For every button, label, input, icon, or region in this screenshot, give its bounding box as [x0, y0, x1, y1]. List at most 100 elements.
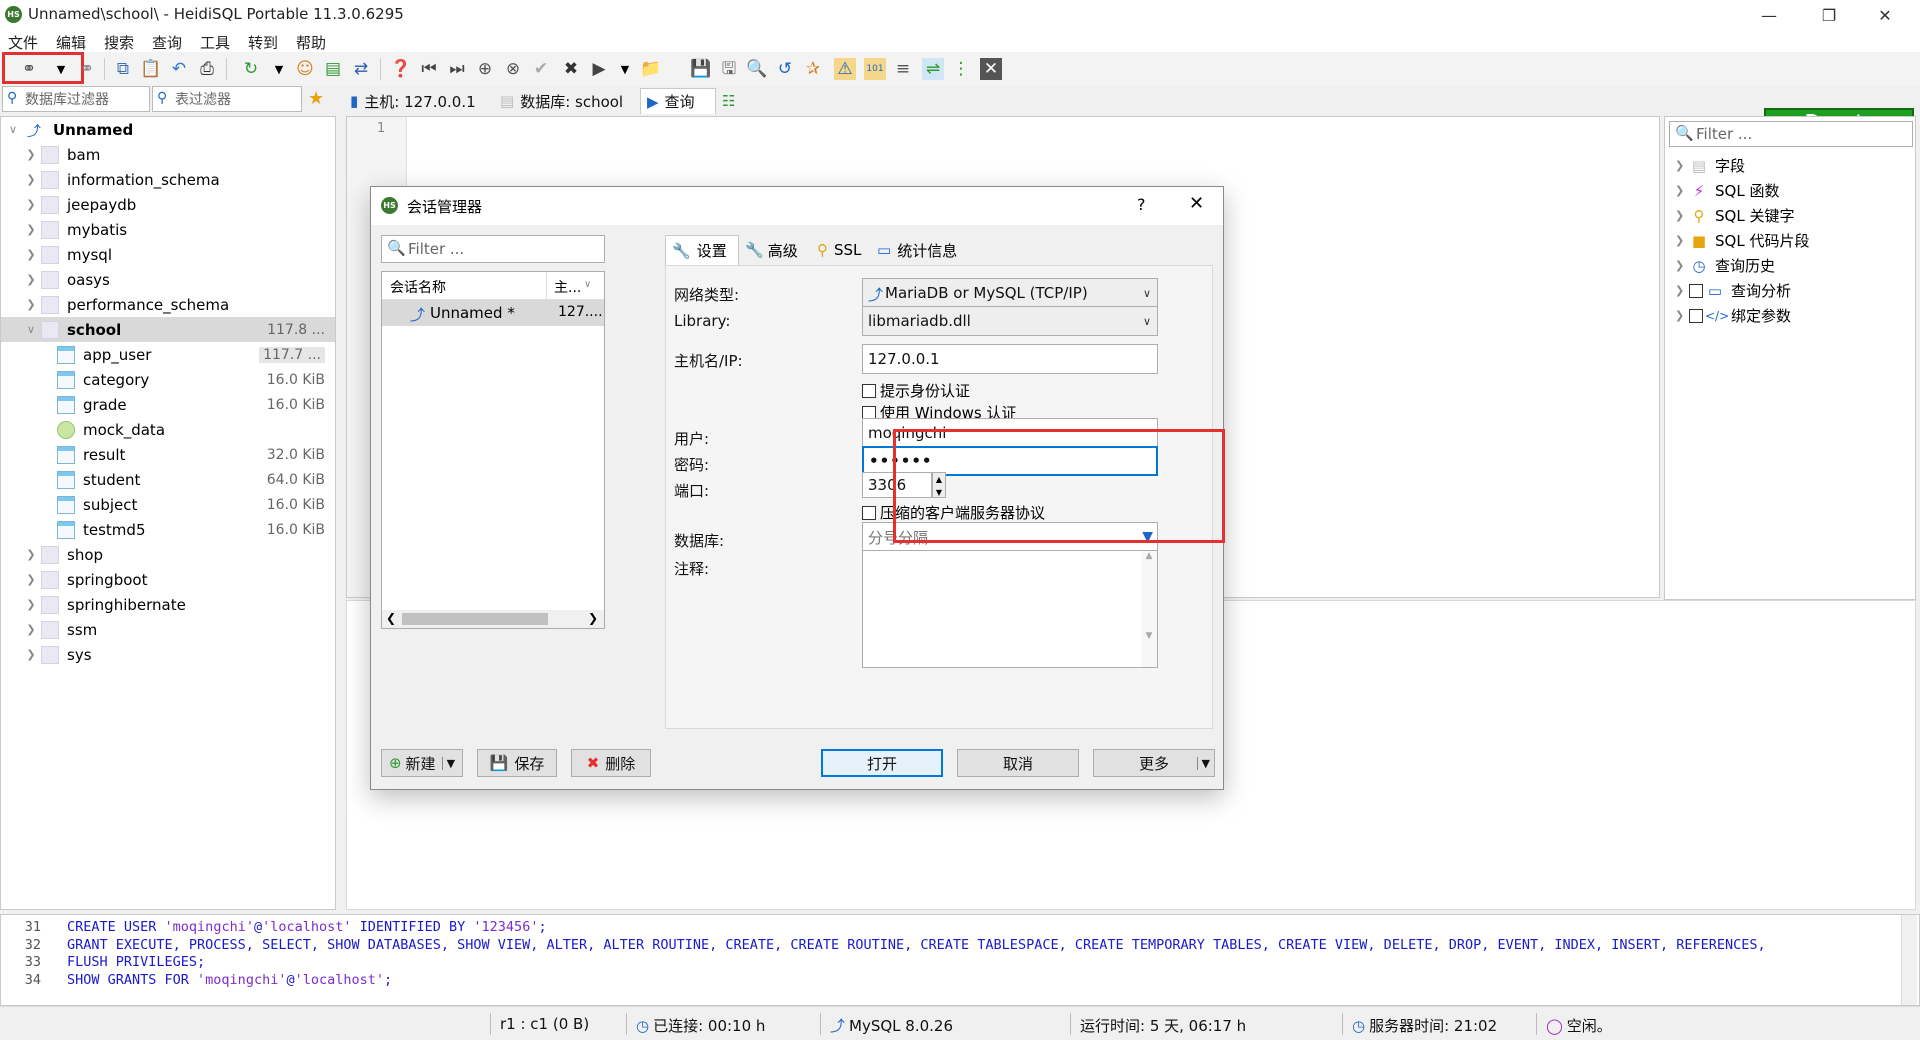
copy-icon[interactable]: ⧉ [112, 58, 134, 80]
tree-item-database[interactable]: ❯ jeepaydb [1, 192, 335, 217]
compare-icon[interactable]: ⇌ [922, 58, 944, 80]
chevron-right-icon[interactable]: ❯ [25, 198, 37, 211]
disconnect-icon[interactable]: ⚭ [76, 58, 98, 80]
tree-item-table[interactable]: app_user 117.7 ... [1, 342, 335, 367]
database-filter-input[interactable]: ⚲ 数据库过滤器 [2, 86, 150, 112]
tree-item-table[interactable]: result 32.0 KiB [1, 442, 335, 467]
close-icon[interactable]: ✕ [1189, 193, 1204, 214]
comment-scrollbar[interactable]: ▲ ▼ [1141, 551, 1157, 667]
column-host[interactable]: 主... [554, 277, 581, 297]
save-session-button[interactable]: 💾 保存 [477, 749, 557, 777]
dropdown-arrow-icon[interactable]: ▼ [50, 58, 72, 80]
chevron-right-icon[interactable]: ❯ [25, 548, 37, 561]
chevron-left-icon[interactable]: ❮ [386, 611, 396, 625]
menu-query[interactable]: 查询 [152, 32, 182, 53]
tree-item-table[interactable]: category 16.0 KiB [1, 367, 335, 392]
first-icon[interactable]: ⏮ [418, 58, 440, 80]
close-tab-icon[interactable]: ✕ [980, 58, 1002, 80]
menu-file[interactable]: 文件 [8, 32, 38, 53]
menu-tools[interactable]: 工具 [200, 32, 230, 53]
host-input[interactable]: 127.0.0.1 [862, 344, 1158, 374]
tree-item-database[interactable]: ❯ information_schema [1, 167, 335, 192]
more-button[interactable]: 更多 ▼ [1093, 749, 1215, 777]
new-query-tab-icon[interactable]: ☷ [716, 88, 746, 114]
chevron-down-icon[interactable]: ∨ [25, 323, 37, 336]
more-icon[interactable]: ⋮ [950, 58, 972, 80]
helper-item-functions[interactable]: ❯ ⚡ SQL 函数 [1675, 178, 1779, 203]
tab-ssl[interactable]: ⚲ SSL [817, 235, 873, 265]
dropdown-arrow-icon[interactable]: ▼ [1196, 756, 1210, 770]
horizontal-scrollbar[interactable]: ❮ ❯ [382, 610, 604, 628]
tab-database[interactable]: ▤ 数据库: school [494, 88, 638, 114]
helper-item-profile[interactable]: ❯ ▭ 查询分析 [1675, 278, 1791, 303]
chevron-right-icon[interactable]: ❯ [588, 611, 598, 625]
menu-edit[interactable]: 编辑 [56, 32, 86, 53]
restore-button[interactable]: ❐ [1806, 0, 1852, 30]
tab-settings[interactable]: 🔧 设置 [665, 235, 739, 265]
helper-item-snippets[interactable]: ❯ ■ SQL 代码片段 [1675, 228, 1809, 253]
menu-goto[interactable]: 转到 [248, 32, 278, 53]
new-session-button[interactable]: ⊕ 新建 ▼ [381, 749, 463, 777]
export-icon[interactable]: ▤ [322, 58, 344, 80]
chevron-right-icon[interactable]: ❯ [25, 648, 37, 661]
replace-icon[interactable]: ↺ [774, 58, 796, 80]
helper-item-keywords[interactable]: ❯ ⚲ SQL 关键字 [1675, 203, 1794, 228]
dropdown-arrow-icon[interactable]: ▼ [441, 756, 455, 770]
search-icon[interactable]: 🔍 [746, 58, 768, 80]
tree-item-database[interactable]: ❯ springboot [1, 567, 335, 592]
checkbox-icon[interactable] [1689, 283, 1703, 298]
checkbox-icon[interactable] [1689, 308, 1703, 323]
save-icon[interactable]: 💾 [690, 58, 712, 80]
delete-session-button[interactable]: ✖ 删除 [571, 749, 651, 777]
tab-advanced[interactable]: 🔧 高级 [745, 235, 811, 265]
tab-statistics[interactable]: ▭ 统计信息 [877, 235, 967, 265]
user-manager-icon[interactable]: ☺ [294, 58, 316, 80]
star-icon[interactable]: ★ [308, 88, 324, 109]
chevron-right-icon[interactable]: ❯ [25, 148, 37, 161]
warning-filter-icon[interactable]: ⚠ [834, 58, 856, 80]
save-as-icon[interactable]: 🖫 [718, 58, 740, 80]
paste-icon[interactable]: 📋 [140, 58, 162, 80]
chevron-right-icon[interactable]: ❯ [25, 598, 37, 611]
help-icon[interactable]: ❓ [390, 58, 412, 80]
tree-item-table[interactable]: student 64.0 KiB [1, 467, 335, 492]
tab-query[interactable]: ▶ 查询 [640, 88, 716, 114]
dropdown-arrow-icon[interactable]: ▼ [268, 58, 290, 80]
sync-icon[interactable]: ⇄ [350, 58, 372, 80]
tree-item-table[interactable]: grade 16.0 KiB [1, 392, 335, 417]
session-filter-input[interactable]: 🔍 Filter ... [381, 235, 605, 263]
comment-textarea[interactable]: ▲ ▼ [862, 550, 1158, 668]
log-scrollbar[interactable] [1901, 915, 1917, 1005]
session-row[interactable]: ⤴ Unnamed * 127.... [382, 300, 604, 326]
tree-item-database[interactable]: ❯ mybatis [1, 217, 335, 242]
cancel-button[interactable]: 取消 [957, 749, 1079, 777]
tree-item-database[interactable]: ∨ school 117.8 ... [1, 317, 335, 342]
menu-help[interactable]: 帮助 [296, 32, 326, 53]
chevron-right-icon[interactable]: ❯ [25, 173, 37, 186]
check-icon[interactable]: ✔ [530, 58, 552, 80]
binary-icon[interactable]: 101 [864, 58, 886, 80]
chevron-down-icon[interactable]: ∨ [7, 123, 19, 136]
chevron-right-icon[interactable]: ❯ [25, 573, 37, 586]
tree-item-table[interactable]: testmd5 16.0 KiB [1, 517, 335, 542]
help-button[interactable]: ? [1137, 195, 1146, 214]
column-session-name[interactable]: 会话名称 [390, 277, 446, 297]
wrap-icon[interactable]: ≡ [892, 58, 914, 80]
dropdown-arrow-icon[interactable]: ▼ [614, 58, 636, 80]
chevron-right-icon[interactable]: ❯ [25, 298, 37, 311]
tree-item-database[interactable]: ❯ sys [1, 642, 335, 667]
undo-icon[interactable]: ↶ [168, 58, 190, 80]
last-icon[interactable]: ⏭ [446, 58, 468, 80]
chevron-right-icon[interactable]: ❯ [25, 223, 37, 236]
run-icon[interactable]: ▶ [588, 58, 610, 80]
open-folder-icon[interactable]: 📁 [640, 58, 662, 80]
table-filter-input[interactable]: ⚲ 表过滤器 [152, 86, 302, 112]
tree-item-database[interactable]: ❯ performance_schema [1, 292, 335, 317]
open-button[interactable]: 打开 [821, 749, 943, 777]
tree-item-database[interactable]: ❯ oasys [1, 267, 335, 292]
tree-root[interactable]: ∨ ⤴ Unnamed [1, 117, 335, 142]
helper-item-fields[interactable]: ❯ ▤ 字段 [1675, 153, 1745, 178]
chevron-right-icon[interactable]: ❯ [25, 248, 37, 261]
scrollbar-thumb[interactable] [402, 613, 548, 625]
cancel-icon[interactable]: ⊗ [502, 58, 524, 80]
